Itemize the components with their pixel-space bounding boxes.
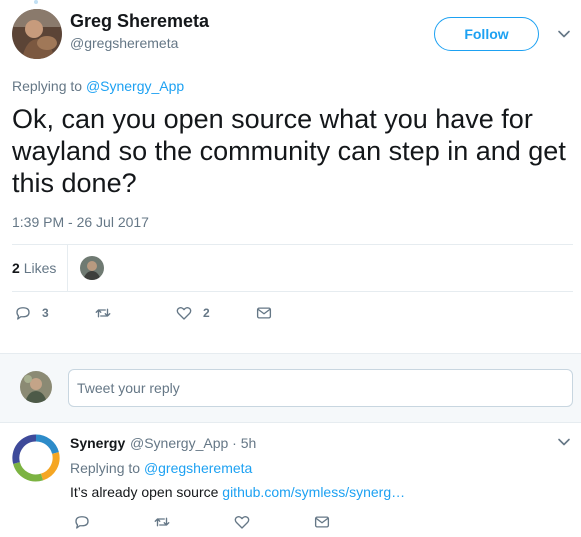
avatar[interactable]	[12, 9, 62, 59]
tweet-text: It’s already open source github.com/syml…	[70, 484, 405, 500]
liker-avatar[interactable]	[80, 256, 104, 280]
author-name[interactable]: Synergy	[70, 435, 125, 451]
dm-action[interactable]	[255, 304, 273, 322]
author-handle[interactable]: @gregsheremeta	[70, 35, 178, 51]
author-name[interactable]: Greg Sheremeta	[70, 11, 209, 32]
like-action[interactable]	[233, 513, 251, 531]
heart-icon	[176, 306, 192, 320]
retweet-icon	[154, 517, 170, 527]
replying-prefix: Replying to	[12, 78, 83, 94]
reply-count: 3	[42, 306, 49, 320]
reply-tweet: Synergy @Synergy_App · 5h Replying to @g…	[0, 423, 581, 537]
retweet-action[interactable]	[94, 304, 122, 322]
tweet-stats: 2 Likes	[12, 244, 573, 292]
replying-to: Replying to @Synergy_App	[12, 78, 184, 94]
retweet-icon	[95, 308, 111, 318]
replying-prefix: Replying to	[70, 460, 141, 476]
main-tweet: Greg Sheremeta @gregsheremeta Follow Rep…	[0, 0, 581, 353]
reply-action[interactable]: 3	[14, 304, 49, 322]
dm-action[interactable]	[313, 513, 331, 531]
tweet-text: Ok, can you open source what you have fo…	[12, 104, 566, 198]
envelope-icon	[256, 307, 272, 319]
timestamp[interactable]: 1:39 PM - 26 Jul 2017	[12, 214, 149, 230]
heart-icon	[234, 515, 250, 529]
reply-composer: Tweet your reply	[0, 353, 581, 423]
reply-icon	[16, 307, 30, 320]
envelope-icon	[314, 516, 330, 528]
retweet-action[interactable]	[153, 513, 171, 531]
follow-button[interactable]: Follow	[434, 17, 539, 51]
chevron-down-icon[interactable]	[556, 26, 572, 42]
tweet-text-prefix: It’s already open source	[70, 484, 219, 500]
chevron-down-icon[interactable]	[556, 434, 572, 450]
avatar[interactable]	[20, 371, 52, 403]
like-count: 2	[203, 306, 210, 320]
likes-count: 2	[12, 260, 20, 276]
reply-icon	[75, 516, 89, 529]
replying-to: Replying to @gregsheremeta	[70, 460, 252, 476]
reply-input[interactable]: Tweet your reply	[68, 369, 573, 407]
likes-label: Likes	[23, 260, 57, 276]
author-meta[interactable]: @Synergy_App · 5h	[130, 435, 256, 451]
divider	[67, 245, 68, 291]
replying-to-link[interactable]: @gregsheremeta	[144, 460, 252, 476]
replying-to-link[interactable]: @Synergy_App	[86, 78, 184, 94]
reply-action[interactable]	[73, 513, 91, 531]
likes-stat[interactable]: 2 Likes	[12, 260, 56, 276]
synergy-logo-avatar[interactable]	[12, 434, 60, 482]
github-link[interactable]: github.com/symless/synerg…	[222, 484, 405, 500]
like-action[interactable]: 2	[175, 304, 210, 322]
